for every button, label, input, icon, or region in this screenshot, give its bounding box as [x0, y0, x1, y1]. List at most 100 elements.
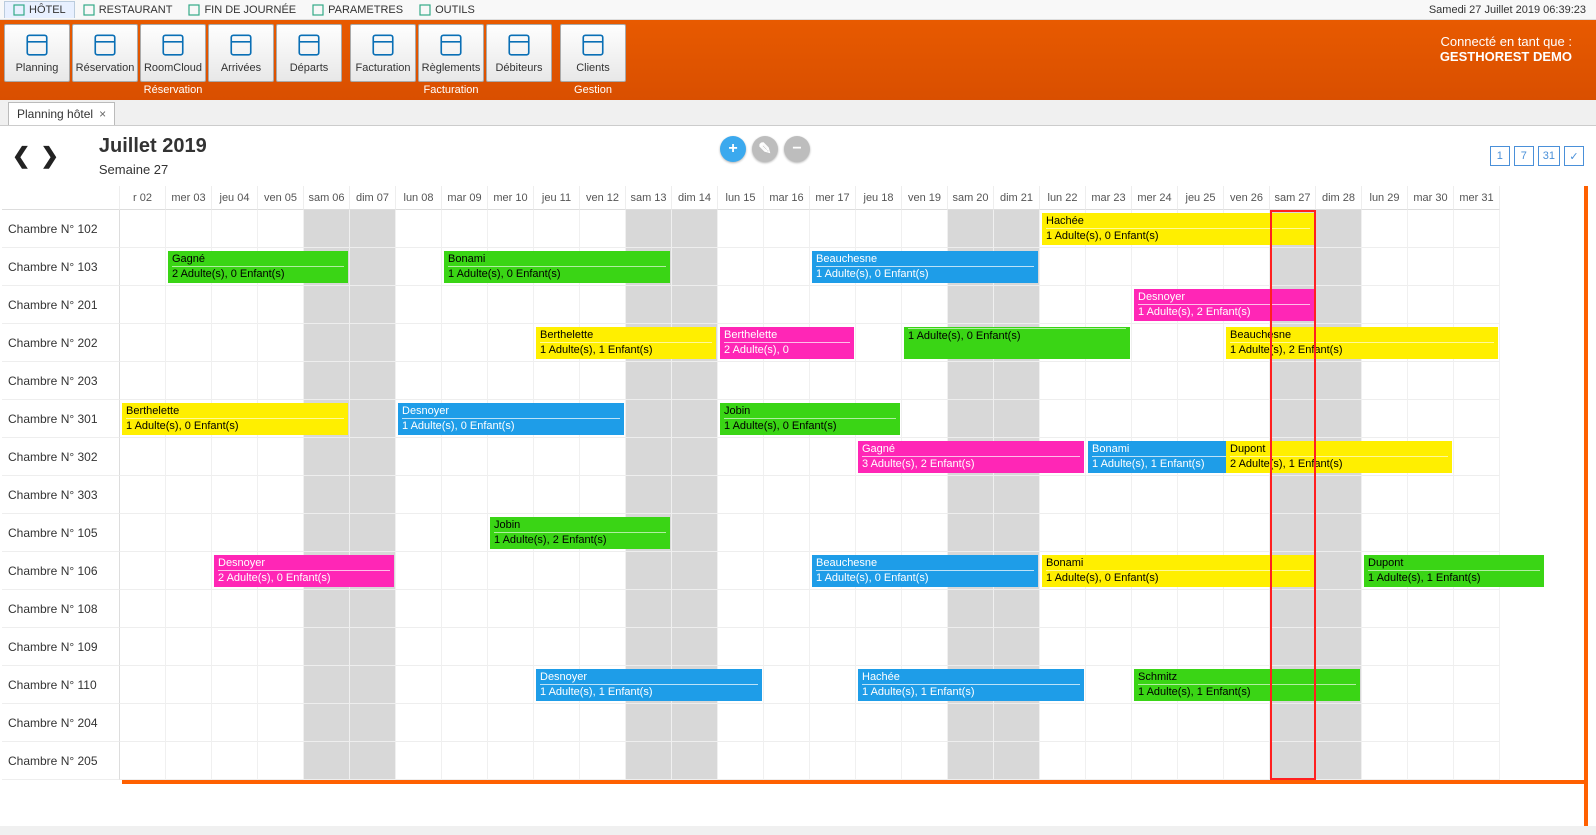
grid-cell[interactable] [304, 286, 350, 324]
view-btn-✓[interactable]: ✓ [1564, 146, 1584, 166]
grid-cell[interactable] [672, 514, 718, 552]
grid-cell[interactable] [166, 210, 212, 248]
grid-cell[interactable] [764, 552, 810, 590]
grid-cell[interactable] [488, 628, 534, 666]
grid-cell[interactable] [1086, 742, 1132, 780]
topmenu-parametres[interactable]: PARAMETRES [304, 1, 411, 18]
room-label[interactable]: Chambre N° 109 [2, 628, 120, 666]
grid-cell[interactable] [902, 704, 948, 742]
grid-cell[interactable] [304, 590, 350, 628]
reservation-block[interactable]: 1 Adulte(s), 0 Enfant(s) [904, 327, 1130, 359]
grid-cell[interactable] [166, 704, 212, 742]
grid-cell[interactable] [810, 704, 856, 742]
grid-cell[interactable] [994, 362, 1040, 400]
grid-cell[interactable] [948, 362, 994, 400]
grid-cell[interactable] [1040, 704, 1086, 742]
grid-cell[interactable] [718, 286, 764, 324]
grid-cell[interactable] [1362, 704, 1408, 742]
grid-cell[interactable] [902, 628, 948, 666]
reservation-block[interactable]: Hachée1 Adulte(s), 1 Enfant(s) [858, 669, 1084, 701]
grid-cell[interactable] [350, 438, 396, 476]
grid-cell[interactable] [580, 438, 626, 476]
grid-cell[interactable] [902, 476, 948, 514]
grid-cell[interactable] [350, 210, 396, 248]
grid-cell[interactable] [534, 628, 580, 666]
grid-cell[interactable] [1454, 742, 1500, 780]
grid-cell[interactable] [212, 362, 258, 400]
grid-cell[interactable] [994, 286, 1040, 324]
grid-cell[interactable] [994, 628, 1040, 666]
grid-cell[interactable] [948, 210, 994, 248]
grid-cell[interactable] [442, 590, 488, 628]
grid-cell[interactable] [580, 590, 626, 628]
reservation-block[interactable]: Berthelette1 Adulte(s), 1 Enfant(s) [536, 327, 716, 359]
grid-cell[interactable] [350, 400, 396, 438]
grid-cell[interactable] [120, 438, 166, 476]
grid-cell[interactable] [212, 286, 258, 324]
grid-cell[interactable] [350, 628, 396, 666]
grid-cell[interactable] [810, 286, 856, 324]
grid-cell[interactable] [396, 476, 442, 514]
grid-cell[interactable] [1362, 400, 1408, 438]
grid-cell[interactable] [488, 286, 534, 324]
grid-cell[interactable] [672, 438, 718, 476]
grid-cell[interactable] [626, 210, 672, 248]
grid-cell[interactable] [1086, 666, 1132, 704]
grid-cell[interactable] [212, 742, 258, 780]
ribbon-btn-d-parts[interactable]: Départs [276, 24, 342, 82]
grid-cell[interactable] [534, 552, 580, 590]
grid-cell[interactable] [396, 438, 442, 476]
grid-cell[interactable] [166, 324, 212, 362]
grid-cell[interactable] [442, 324, 488, 362]
grid-cell[interactable] [1040, 286, 1086, 324]
grid-cell[interactable] [442, 666, 488, 704]
grid-cell[interactable] [1132, 514, 1178, 552]
reservation-block[interactable]: Jobin1 Adulte(s), 2 Enfant(s) [490, 517, 670, 549]
grid-cell[interactable] [212, 590, 258, 628]
grid-cell[interactable] [258, 362, 304, 400]
grid-cell[interactable] [626, 362, 672, 400]
grid-cell[interactable] [1454, 666, 1500, 704]
grid-cell[interactable] [1132, 324, 1178, 362]
grid-cell[interactable] [304, 324, 350, 362]
doc-tab-planning[interactable]: Planning hôtel × [8, 102, 115, 125]
grid-cell[interactable] [1040, 514, 1086, 552]
grid-cell[interactable] [1454, 476, 1500, 514]
grid-cell[interactable] [856, 628, 902, 666]
grid-cell[interactable] [1362, 286, 1408, 324]
grid-cell[interactable] [994, 400, 1040, 438]
grid-cell[interactable] [120, 362, 166, 400]
reservation-block[interactable]: Schmitz1 Adulte(s), 1 Enfant(s) [1134, 669, 1360, 701]
room-label[interactable]: Chambre N° 302 [2, 438, 120, 476]
grid-cell[interactable] [120, 666, 166, 704]
room-label[interactable]: Chambre N° 201 [2, 286, 120, 324]
grid-cell[interactable] [304, 666, 350, 704]
grid-cell[interactable] [396, 210, 442, 248]
grid-cell[interactable] [120, 552, 166, 590]
grid-cell[interactable] [902, 210, 948, 248]
grid-cell[interactable] [488, 742, 534, 780]
grid-cell[interactable] [1316, 210, 1362, 248]
view-btn-7[interactable]: 7 [1514, 146, 1534, 166]
grid-cell[interactable] [1224, 742, 1270, 780]
grid-cell[interactable] [1408, 628, 1454, 666]
grid-cell[interactable] [534, 704, 580, 742]
grid-cell[interactable] [626, 704, 672, 742]
grid-cell[interactable] [488, 704, 534, 742]
grid-cell[interactable] [488, 324, 534, 362]
grid-cell[interactable] [350, 704, 396, 742]
grid-cell[interactable] [304, 514, 350, 552]
grid-cell[interactable] [120, 286, 166, 324]
grid-cell[interactable] [856, 590, 902, 628]
room-label[interactable]: Chambre N° 105 [2, 514, 120, 552]
grid-cell[interactable] [902, 590, 948, 628]
next-arrow-icon[interactable]: ❯ [40, 143, 58, 169]
grid-cell[interactable] [1316, 400, 1362, 438]
grid-cell[interactable] [396, 666, 442, 704]
grid-cell[interactable] [166, 514, 212, 552]
grid-cell[interactable] [764, 476, 810, 514]
topmenu-restaurant[interactable]: RESTAURANT [75, 1, 181, 18]
grid-cell[interactable] [350, 666, 396, 704]
grid-cell[interactable] [672, 400, 718, 438]
grid-cell[interactable] [120, 704, 166, 742]
